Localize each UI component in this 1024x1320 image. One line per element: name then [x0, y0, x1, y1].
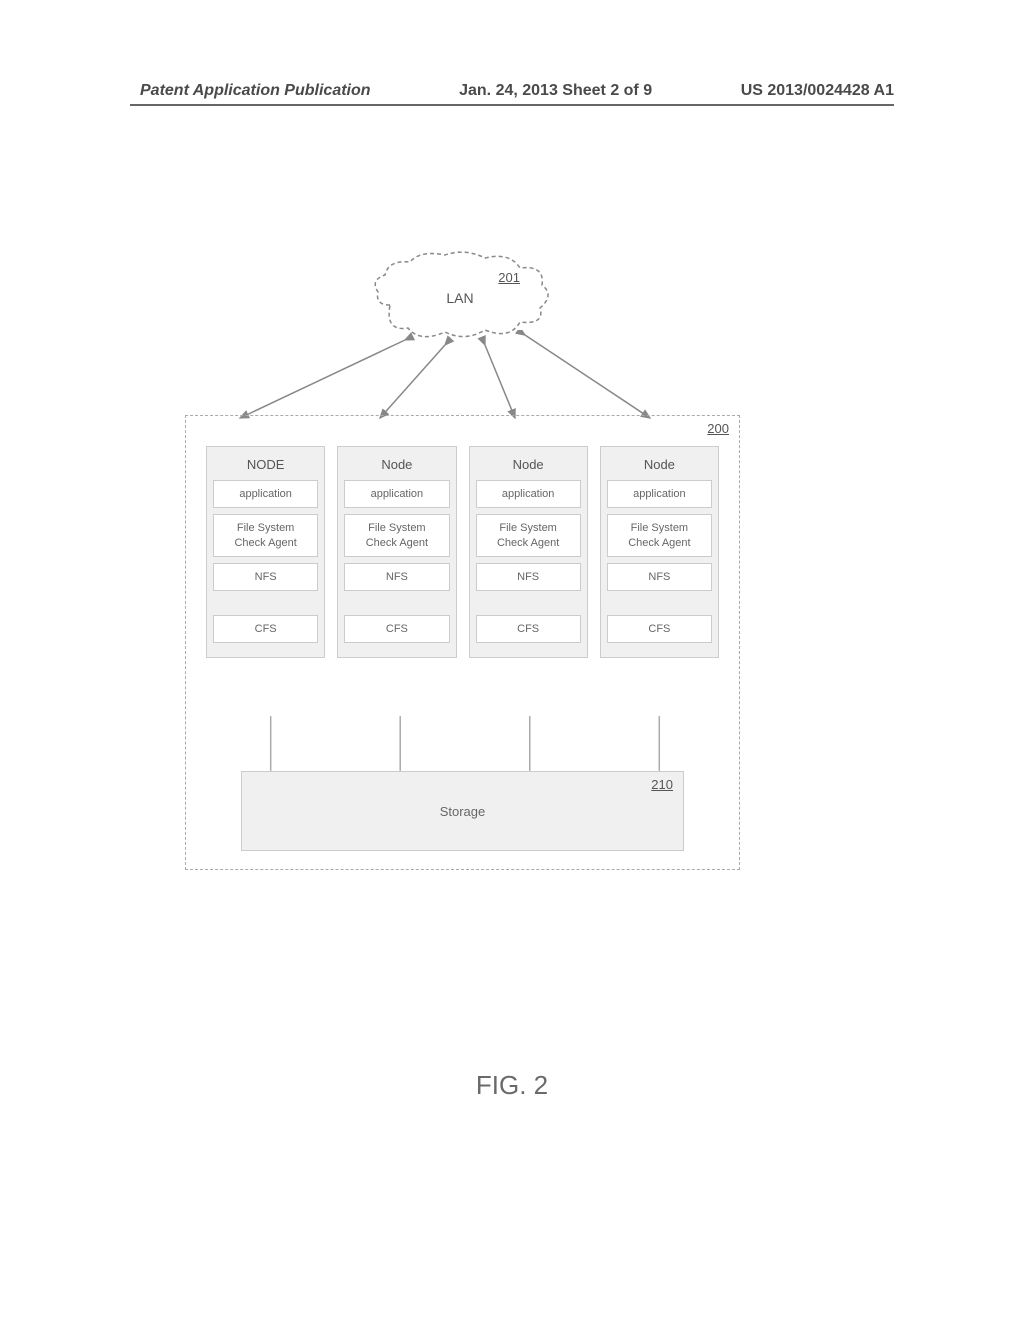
node-fs-check-agent: File SystemCheck Agent: [476, 514, 581, 557]
cluster-container: 200 NODE application File SystemCheck Ag…: [185, 415, 740, 870]
node-cfs: CFS: [344, 615, 449, 643]
node-title: Node: [513, 457, 544, 472]
node-application: application: [476, 480, 581, 508]
node-fs-check-agent: File SystemCheck Agent: [344, 514, 449, 557]
node-cfs: CFS: [476, 615, 581, 643]
node-title: NODE: [247, 457, 285, 472]
cluster-ref-number: 200: [707, 421, 729, 436]
node-nfs: NFS: [213, 563, 318, 591]
nodes-row: NODE application File SystemCheck Agent …: [206, 446, 719, 658]
node-block: Node application File SystemCheck Agent …: [337, 446, 456, 658]
header-publication: Patent Application Publication: [140, 82, 371, 100]
node-cfs: CFS: [213, 615, 318, 643]
node-nfs: NFS: [344, 563, 449, 591]
lan-to-nodes-arrows: [180, 330, 760, 425]
node-cfs: CFS: [607, 615, 712, 643]
node-application: application: [344, 480, 449, 508]
storage-ref-number: 210: [651, 777, 673, 792]
node-fs-check-agent: File SystemCheck Agent: [607, 514, 712, 557]
node-title: Node: [644, 457, 675, 472]
node-nfs: NFS: [607, 563, 712, 591]
node-nfs: NFS: [476, 563, 581, 591]
storage-label: Storage: [440, 804, 486, 819]
node-to-storage-connectors: [186, 716, 739, 776]
header-patent-number: US 2013/0024428 A1: [741, 82, 894, 100]
storage-block: 210 Storage: [241, 771, 684, 851]
node-block: Node application File SystemCheck Agent …: [469, 446, 588, 658]
header-date-sheet: Jan. 24, 2013 Sheet 2 of 9: [459, 82, 652, 100]
node-block: Node application File SystemCheck Agent …: [600, 446, 719, 658]
node-fs-check-agent: File SystemCheck Agent: [213, 514, 318, 557]
node-application: application: [213, 480, 318, 508]
figure-caption: FIG. 2: [0, 1070, 1024, 1101]
node-title: Node: [381, 457, 412, 472]
header-divider: [130, 104, 894, 106]
node-application: application: [607, 480, 712, 508]
lan-label: LAN: [370, 290, 550, 306]
node-block: NODE application File SystemCheck Agent …: [206, 446, 325, 658]
lan-ref-number: 201: [498, 270, 520, 285]
